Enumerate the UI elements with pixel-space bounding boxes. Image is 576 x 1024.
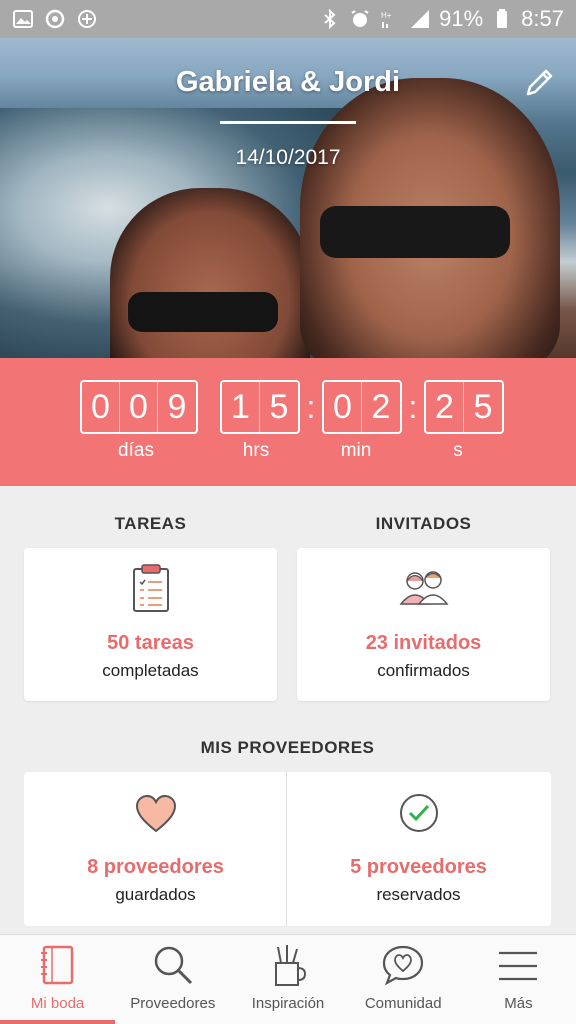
providers-title: MIS PROVEEDORES [200,738,375,757]
seconds-label: s [453,440,463,461]
tasks-status: completadas [102,661,199,680]
nav-inspiracion[interactable]: Inspiración [230,935,345,1024]
bluetooth-icon [324,8,336,30]
nav-label: Proveedores [130,995,216,1012]
notebook-icon [40,945,73,985]
booked-count: 5 proveedores [350,856,487,878]
time-separator: : [306,388,316,425]
nav-label: Mi boda [30,995,85,1012]
booked-status: reservados [376,885,461,904]
days-digit: 0 [120,382,158,432]
minutes-digit: 2 [371,387,391,426]
active-tab-indicator [0,1020,115,1024]
guests-count: 23 invitados [365,632,482,654]
search-icon [154,946,192,985]
countdown-minutes: 0 2 [322,380,402,434]
guests-icon [398,571,449,605]
countdown-hours: 1 5 [220,380,300,434]
countdown: 0 0 9 1 5 : 0 2 : 2 5 días hrs min s [0,358,576,486]
saved-count: 8 proveedores [87,856,224,878]
seconds-digit: 5 [473,387,493,426]
days-digit: 9 [167,387,187,426]
nav-comunidad[interactable]: Comunidad [346,935,461,1024]
tasks-count: 50 tareas [107,632,194,654]
status-bar: H+ 91% 8:57 [0,0,576,38]
alarm-icon [351,10,369,27]
names-underline [220,121,356,124]
hours-label: hrs [242,440,270,461]
edit-pencil-icon[interactable] [522,66,556,100]
days-digit: 0 [82,382,120,432]
clipboard-icon [132,564,169,612]
signal-icon [411,10,430,28]
gallery-icon [13,10,33,28]
hours-digit: 5 [269,387,289,426]
nav-proveedores[interactable]: Proveedores [115,935,230,1024]
providers-card: 8 proveedores guardados 5 proveedores re… [24,772,551,926]
guests-card[interactable]: 23 invitados confirmados [297,548,550,701]
saved-providers[interactable]: 8 proveedores guardados [24,772,287,926]
guests-title: INVITADOS [375,514,472,533]
hours-digit: 1 [222,382,260,432]
minutes-digit: 0 [324,382,362,432]
nav-label: Más [504,995,533,1012]
pencil-cup-icon [275,945,307,986]
heart-icon [135,794,176,833]
countdown-days: 0 0 9 [80,380,198,434]
wedding-date: 14/10/2017 [235,146,341,169]
countdown-seconds: 2 5 [424,380,504,434]
minutes-label: min [340,440,372,461]
network-icon: H+ [381,11,392,28]
booked-providers[interactable]: 5 proveedores reservados [287,772,550,926]
chat-heart-icon [383,945,424,986]
svg-text:H+: H+ [381,11,392,20]
seconds-digit: 2 [426,382,464,432]
nav-mi-boda[interactable]: Mi boda [0,935,115,1024]
app-icon [78,10,96,28]
menu-icon [499,951,538,981]
bottom-nav: Mi boda Proveedores Inspiración Comunida… [0,934,576,1024]
saved-status: guardados [115,885,196,904]
clock: 8:57 [521,6,564,31]
nav-label: Comunidad [364,995,442,1012]
couple-names: Gabriela & Jordi [175,66,400,98]
time-separator: : [408,388,418,425]
check-circle-icon [399,794,438,832]
tasks-title: TAREAS [114,514,187,533]
nav-mas[interactable]: Más [461,935,576,1024]
battery-icon [497,9,508,28]
tasks-card[interactable]: 50 tareas completadas [24,548,277,701]
sync-icon [45,9,65,29]
nav-label: Inspiración [251,995,325,1012]
days-label: días [118,440,154,461]
guests-status: confirmados [377,661,470,680]
battery-percent: 91% [439,6,484,31]
